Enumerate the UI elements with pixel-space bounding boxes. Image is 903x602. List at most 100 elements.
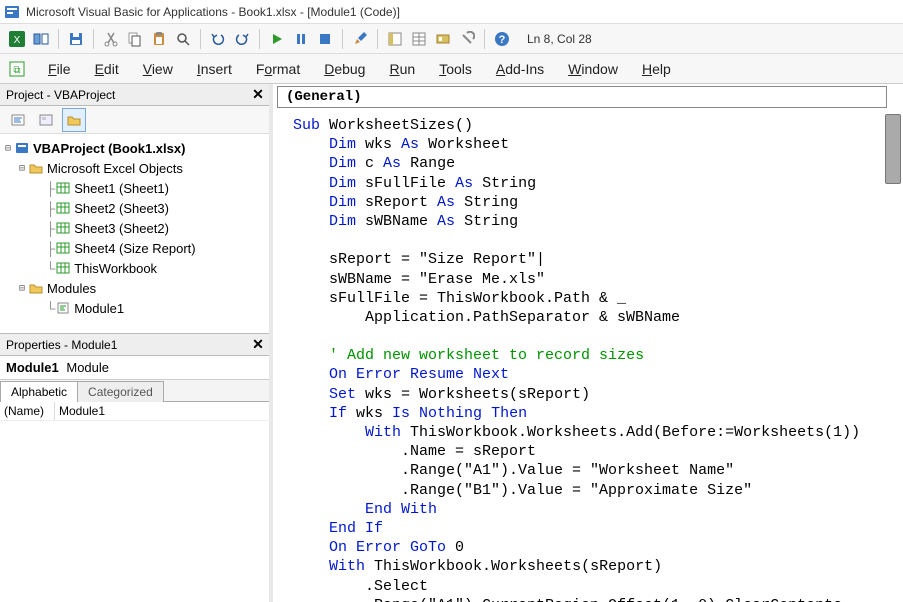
excel-icon[interactable]: X <box>6 28 28 50</box>
copy-icon[interactable] <box>124 28 146 50</box>
tree-sheet[interactable]: ├Sheet2 (Sheet3) <box>2 198 269 218</box>
code-object-dropdown[interactable]: (General) <box>277 86 887 108</box>
project-tree[interactable]: ⊟ VBAProject (Book1.xlsx) ⊟ Microsoft Ex… <box>0 134 269 334</box>
expander-icon[interactable]: ⊟ <box>16 163 28 174</box>
tree-sheet-label: Sheet4 (Size Report) <box>74 241 195 256</box>
help-icon[interactable]: ? <box>491 28 513 50</box>
code-panel: (General) Sub WorksheetSizes() Dim wks A… <box>273 84 903 602</box>
tree-sheet-label: Sheet1 (Sheet1) <box>74 181 169 196</box>
tree-module1-label: Module1 <box>74 301 124 316</box>
reset-icon[interactable] <box>314 28 336 50</box>
project-pane-title: Project - VBAProject <box>6 88 115 102</box>
menu-insert[interactable]: Insert <box>187 58 242 80</box>
menu-edit[interactable]: Edit <box>85 58 129 80</box>
separator <box>342 29 343 49</box>
properties-pane-close-icon[interactable]: ✕ <box>249 336 267 354</box>
module-icon <box>55 300 71 316</box>
toolbox-icon[interactable] <box>456 28 478 50</box>
tree-root[interactable]: ⊟ VBAProject (Book1.xlsx) <box>2 138 269 158</box>
tree-root-label: VBAProject (Book1.xlsx) <box>33 141 185 156</box>
window-title: Microsoft Visual Basic for Applications … <box>26 5 400 19</box>
undo-icon[interactable] <box>207 28 229 50</box>
project-toolbar <box>0 106 269 134</box>
tree-sheet-label: Sheet2 (Sheet3) <box>74 201 169 216</box>
toggle-folders-icon[interactable] <box>62 108 86 132</box>
paste-icon[interactable] <box>148 28 170 50</box>
scrollbar-thumb[interactable] <box>885 114 901 184</box>
redo-icon[interactable] <box>231 28 253 50</box>
menu-run[interactable]: Run <box>379 58 425 80</box>
menu-format[interactable]: Format <box>246 58 310 80</box>
property-value[interactable]: Module1 <box>55 402 269 420</box>
tree-module1[interactable]: └ Module1 <box>2 298 269 318</box>
folder-icon <box>28 280 44 296</box>
menu-view[interactable]: View <box>133 58 183 80</box>
properties-grid[interactable]: (Name) Module1 <box>0 402 269 602</box>
tab-categorized[interactable]: Categorized <box>77 381 164 402</box>
tree-sheet-label: Sheet3 (Sheet2) <box>74 221 169 236</box>
break-icon[interactable] <box>290 28 312 50</box>
separator <box>377 29 378 49</box>
excel-doc-icon[interactable]: ⧉ <box>6 58 28 80</box>
tree-excel-objects-label: Microsoft Excel Objects <box>47 161 183 176</box>
sheet-icon <box>55 220 71 236</box>
title-bar: Microsoft Visual Basic for Applications … <box>0 0 903 24</box>
view-code-icon[interactable] <box>6 108 30 132</box>
tree-sheet[interactable]: ├Sheet4 (Size Report) <box>2 238 269 258</box>
find-icon[interactable] <box>172 28 194 50</box>
svg-text:⧉: ⧉ <box>13 65 20 76</box>
save-icon[interactable] <box>65 28 87 50</box>
properties-pane-header: Properties - Module1 ✕ <box>0 334 269 356</box>
project-explorer-icon[interactable] <box>384 28 406 50</box>
property-row[interactable]: (Name) Module1 <box>0 402 269 421</box>
tree-excel-objects[interactable]: ⊟ Microsoft Excel Objects <box>2 158 269 178</box>
tab-alphabetic[interactable]: Alphabetic <box>0 381 78 402</box>
tree-thisworkbook[interactable]: └ ThisWorkbook <box>2 258 269 278</box>
separator <box>58 29 59 49</box>
separator <box>200 29 201 49</box>
separator <box>259 29 260 49</box>
menu-file[interactable]: File <box>38 58 81 80</box>
properties-pane-title: Properties - Module1 <box>6 338 117 352</box>
code-editor[interactable]: Sub WorksheetSizes() Dim wks As Workshee… <box>273 108 903 602</box>
expander-icon[interactable]: ⊟ <box>16 283 28 294</box>
menu-help[interactable]: Help <box>632 58 681 80</box>
project-icon <box>14 140 30 156</box>
tree-sheet[interactable]: ├Sheet3 (Sheet2) <box>2 218 269 238</box>
tree-sheet[interactable]: ├Sheet1 (Sheet1) <box>2 178 269 198</box>
workbook-icon <box>55 260 71 276</box>
svg-text:X: X <box>14 35 21 46</box>
menu-window[interactable]: Window <box>558 58 628 80</box>
object-browser-icon[interactable] <box>432 28 454 50</box>
design-mode-icon[interactable] <box>349 28 371 50</box>
property-name: (Name) <box>0 402 55 420</box>
project-pane-header: Project - VBAProject ✕ <box>0 84 269 106</box>
svg-text:?: ? <box>499 34 506 46</box>
menu-bar: ⧉ File Edit View Insert Format Debug Run… <box>0 54 903 84</box>
tree-modules-folder[interactable]: ⊟ Modules <box>2 278 269 298</box>
main-area: Project - VBAProject ✕ ⊟ VBAProject (Boo… <box>0 84 903 602</box>
properties-window-icon[interactable] <box>408 28 430 50</box>
vba-app-icon <box>4 4 20 20</box>
cursor-position-status: Ln 8, Col 28 <box>527 32 592 46</box>
project-pane-close-icon[interactable]: ✕ <box>249 86 267 104</box>
expander-icon[interactable]: ⊟ <box>2 143 14 154</box>
properties-pane: Module1 Module Alphabetic Categorized (N… <box>0 356 269 602</box>
menu-addins[interactable]: Add-Ins <box>486 58 554 80</box>
run-icon[interactable] <box>266 28 288 50</box>
properties-tabs: Alphabetic Categorized <box>0 380 269 402</box>
sheet-icon <box>55 180 71 196</box>
view-mode-icon[interactable] <box>30 28 52 50</box>
separator <box>484 29 485 49</box>
menu-debug[interactable]: Debug <box>314 58 375 80</box>
view-object-icon[interactable] <box>34 108 58 132</box>
menu-tools[interactable]: Tools <box>429 58 482 80</box>
sheet-icon <box>55 200 71 216</box>
sheet-icon <box>55 240 71 256</box>
separator <box>93 29 94 49</box>
tree-thisworkbook-label: ThisWorkbook <box>74 261 157 276</box>
properties-object-selector[interactable]: Module1 Module <box>0 356 269 380</box>
folder-icon <box>28 160 44 176</box>
tree-modules-label: Modules <box>47 281 96 296</box>
cut-icon[interactable] <box>100 28 122 50</box>
